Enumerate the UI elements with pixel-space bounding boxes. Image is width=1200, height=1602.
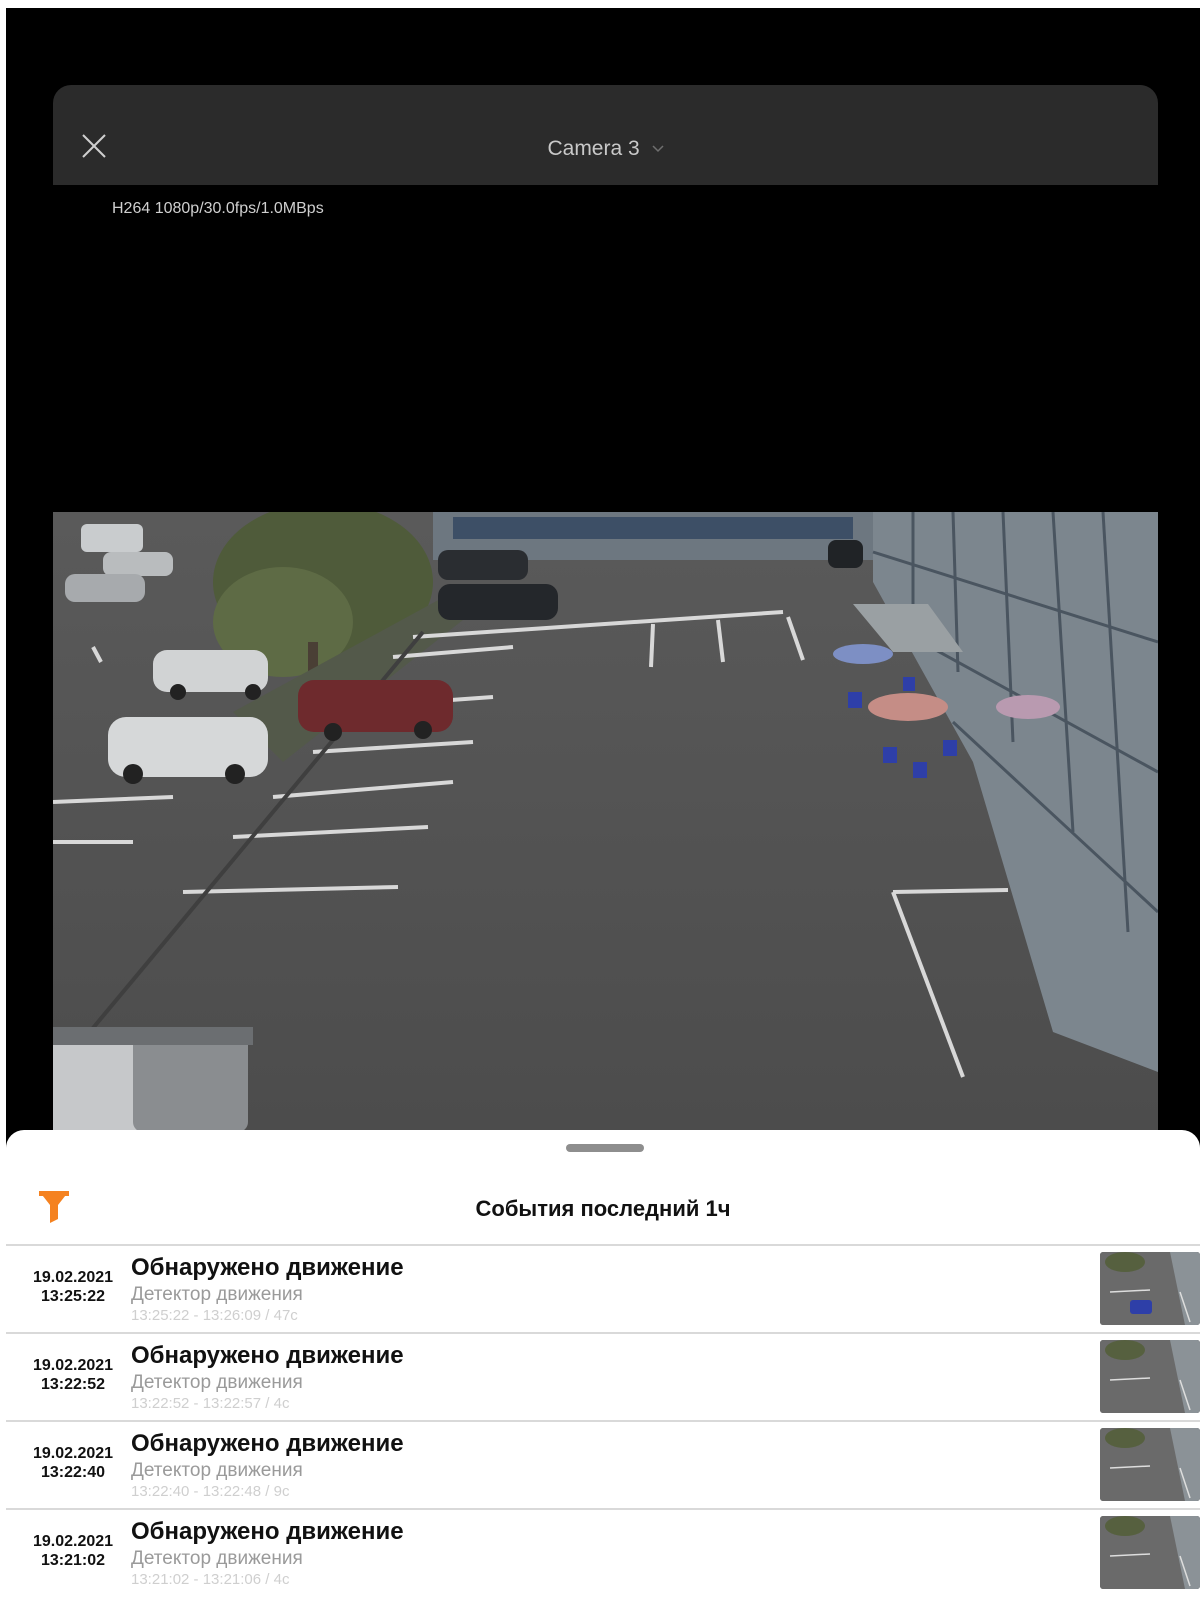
event-detector: Детектор движения xyxy=(131,1284,303,1305)
event-row[interactable]: 19.02.2021 13:22:40 Обнаружено движение … xyxy=(6,1420,1200,1508)
event-thumbnail-image xyxy=(1100,1340,1200,1413)
parking-lot-image xyxy=(53,512,1158,1132)
event-datetime: 19.02.2021 13:22:40 xyxy=(18,1444,128,1482)
event-time: 13:21:02 xyxy=(40,1552,106,1569)
event-title: Обнаружено движение xyxy=(131,1518,404,1545)
event-thumbnail-image xyxy=(1100,1252,1200,1325)
event-date: 19.02.2021 xyxy=(32,1445,114,1462)
event-title: Обнаружено движение xyxy=(131,1342,404,1369)
sheet-drag-handle[interactable] xyxy=(566,1144,644,1152)
event-thumbnail[interactable] xyxy=(1100,1428,1200,1501)
event-datetime: 19.02.2021 13:22:52 xyxy=(18,1356,128,1394)
event-thumbnail[interactable] xyxy=(1100,1252,1200,1325)
event-time: 13:25:22 xyxy=(40,1288,106,1305)
events-title: События последний 1ч xyxy=(475,1196,731,1221)
event-detector: Детектор движения xyxy=(131,1460,303,1481)
event-title: Обнаружено движение xyxy=(131,1254,404,1281)
event-time-range: 13:22:40 - 13:22:48 / 9c xyxy=(131,1483,290,1500)
chevron-down-icon xyxy=(651,145,664,153)
event-detector: Детектор движения xyxy=(131,1548,303,1569)
event-time-range: 13:21:02 - 13:21:06 / 4c xyxy=(131,1571,290,1588)
event-row[interactable]: 19.02.2021 13:25:22 Обнаружено движение … xyxy=(6,1244,1200,1332)
app-frame: Camera 3 H264 1080p/30.0fps/1.0MBps Собы… xyxy=(0,0,1200,1602)
event-thumbnail[interactable] xyxy=(1100,1340,1200,1413)
event-time-range: 13:25:22 - 13:26:09 / 47c xyxy=(131,1307,298,1324)
camera-selector[interactable]: Camera 3 xyxy=(53,137,1158,161)
event-datetime: 19.02.2021 13:21:02 xyxy=(18,1532,128,1570)
camera-name: Camera 3 xyxy=(547,137,640,160)
event-date: 19.02.2021 xyxy=(32,1269,114,1286)
event-thumbnail-image xyxy=(1100,1516,1200,1589)
events-bottom-sheet: События последний 1ч 19.02.2021 13:25:22… xyxy=(6,1130,1200,1602)
event-thumbnail[interactable] xyxy=(1100,1516,1200,1589)
event-row[interactable]: 19.02.2021 13:22:52 Обнаружено движение … xyxy=(6,1332,1200,1420)
event-row[interactable]: 19.02.2021 13:21:02 Обнаружено движение … xyxy=(6,1508,1200,1596)
event-date: 19.02.2021 xyxy=(32,1357,114,1374)
event-time-range: 13:22:52 - 13:22:57 / 4c xyxy=(131,1395,290,1412)
camera-video-frame[interactable] xyxy=(53,512,1158,1132)
event-datetime: 19.02.2021 13:25:22 xyxy=(18,1268,128,1306)
stream-info-label: H264 1080p/30.0fps/1.0MBps xyxy=(112,200,324,217)
event-date: 19.02.2021 xyxy=(32,1533,114,1550)
camera-viewer-screen: Camera 3 H264 1080p/30.0fps/1.0MBps Собы… xyxy=(6,8,1200,1602)
event-time: 13:22:40 xyxy=(40,1464,106,1481)
camera-header-bar: Camera 3 xyxy=(53,85,1158,185)
event-time: 13:22:52 xyxy=(40,1376,106,1393)
event-detector: Детектор движения xyxy=(131,1372,303,1393)
event-title: Обнаружено движение xyxy=(131,1430,404,1457)
events-list: 19.02.2021 13:25:22 Обнаружено движение … xyxy=(6,1244,1200,1596)
event-thumbnail-image xyxy=(1100,1428,1200,1501)
